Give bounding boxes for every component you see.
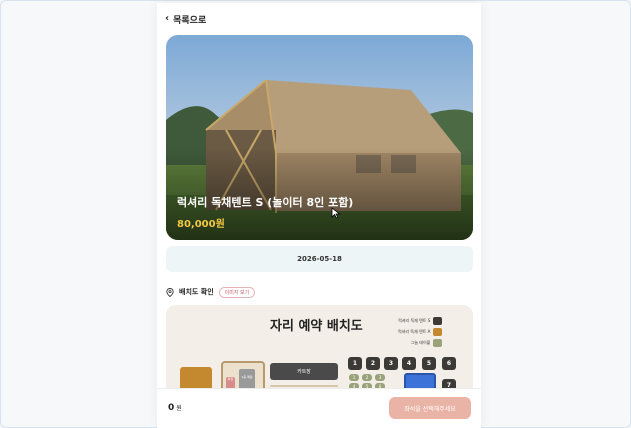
- table-seat-3[interactable]: 3: [375, 374, 385, 381]
- total-value: 0: [168, 403, 175, 413]
- chevron-left-icon: ‹: [165, 13, 170, 24]
- seat-2[interactable]: 2: [366, 357, 380, 370]
- seat-6[interactable]: 6: [442, 357, 456, 370]
- legend-item: 럭셔리 독채 텐트 A: [398, 326, 443, 337]
- legend-label: 럭셔리 독채 텐트 S: [398, 317, 431, 323]
- layout-section-label: 배치도 확인: [179, 288, 214, 296]
- legend-label: 럭셔리 독채 텐트 A: [398, 328, 431, 334]
- selected-date[interactable]: 2026-05-18: [166, 246, 473, 272]
- seat-map-legend: 럭셔리 독채 텐트 S 럭셔리 독채 텐트 A 그늘 테이블: [398, 315, 443, 348]
- path-divider: [270, 385, 338, 387]
- product-hero-image: 럭셔리 독채텐트 S (놀이터 8인 포함) 80,000원: [166, 35, 473, 240]
- mouse-cursor-icon: [331, 207, 341, 219]
- seat-map-title: 자리 예약 배치도: [270, 319, 363, 334]
- legend-swatch: [433, 327, 443, 336]
- bottom-action-bar: 0원 좌석을 선택해주세요: [157, 388, 481, 428]
- view-image-button[interactable]: 이미지 보기: [218, 286, 256, 298]
- back-label: 목록으로: [173, 15, 207, 26]
- layout-section-header: 배치도 확인 이미지 보기: [166, 285, 256, 299]
- seat-3[interactable]: 3: [384, 357, 398, 370]
- legend-swatch: [433, 316, 443, 325]
- cart-label: 카트장: [297, 369, 311, 375]
- seat-1[interactable]: 1: [348, 357, 362, 370]
- cart-area: 카트장: [270, 363, 338, 380]
- table-seat-2[interactable]: 2: [362, 374, 372, 381]
- back-link[interactable]: ‹ 목록으로: [165, 11, 206, 27]
- legend-swatch: [433, 338, 443, 347]
- mobile-page: ‹ 목록으로 럭셔리 독채텐트 S (놀이터 8인 포함) 80,000원 20…: [157, 3, 481, 428]
- product-title: 럭셔리 독채텐트 S (놀이터 8인 포함): [177, 196, 354, 209]
- reserve-button[interactable]: 좌석을 선택해주세요: [389, 397, 471, 419]
- table-seat-1[interactable]: 1: [349, 374, 359, 381]
- seat-4[interactable]: 4: [402, 357, 416, 370]
- legend-label: 그늘 테이블: [410, 339, 431, 345]
- total-unit: 원: [176, 405, 182, 412]
- date-value: 2026-05-18: [297, 255, 342, 263]
- legend-item: 그늘 테이블: [398, 337, 443, 348]
- total-price: 0원: [168, 403, 182, 413]
- product-price: 80,000원: [177, 219, 225, 230]
- location-pin-icon: [166, 287, 174, 297]
- legend-item: 럭셔리 독채 텐트 S: [398, 315, 443, 326]
- seat-5[interactable]: 5: [422, 357, 436, 370]
